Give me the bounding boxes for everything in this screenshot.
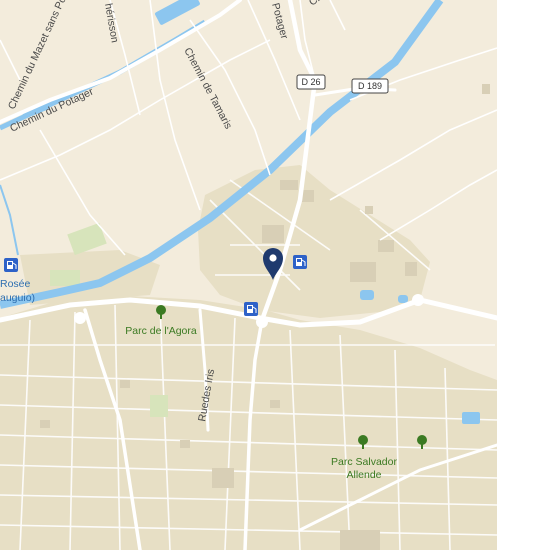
park-label-agora: Parc de l'Agora — [125, 325, 197, 337]
shield-d189-label: D 189 — [358, 81, 382, 91]
place-label-mauguio: auguio) — [0, 292, 35, 304]
fuel-station-icon[interactable] — [4, 258, 18, 272]
map-canvas[interactable]: D 26 D 189 Chemin du Mazet sans Porc hér… — [0, 0, 497, 550]
fuel-station-icon[interactable] — [244, 302, 258, 316]
map-view[interactable]: D 26 D 189 Chemin du Mazet sans Porc hér… — [0, 0, 497, 550]
park-label-salvador-1: Parc Salvador — [331, 456, 397, 468]
park-label-salvador-2: Allende — [346, 469, 381, 481]
place-label-rosee: Rosée — [0, 278, 31, 290]
fuel-station-icon[interactable] — [293, 255, 307, 269]
shield-d26-label: D 26 — [301, 77, 320, 87]
shield-d26: D 26 — [296, 74, 326, 90]
shield-d189: D 189 — [351, 78, 389, 94]
